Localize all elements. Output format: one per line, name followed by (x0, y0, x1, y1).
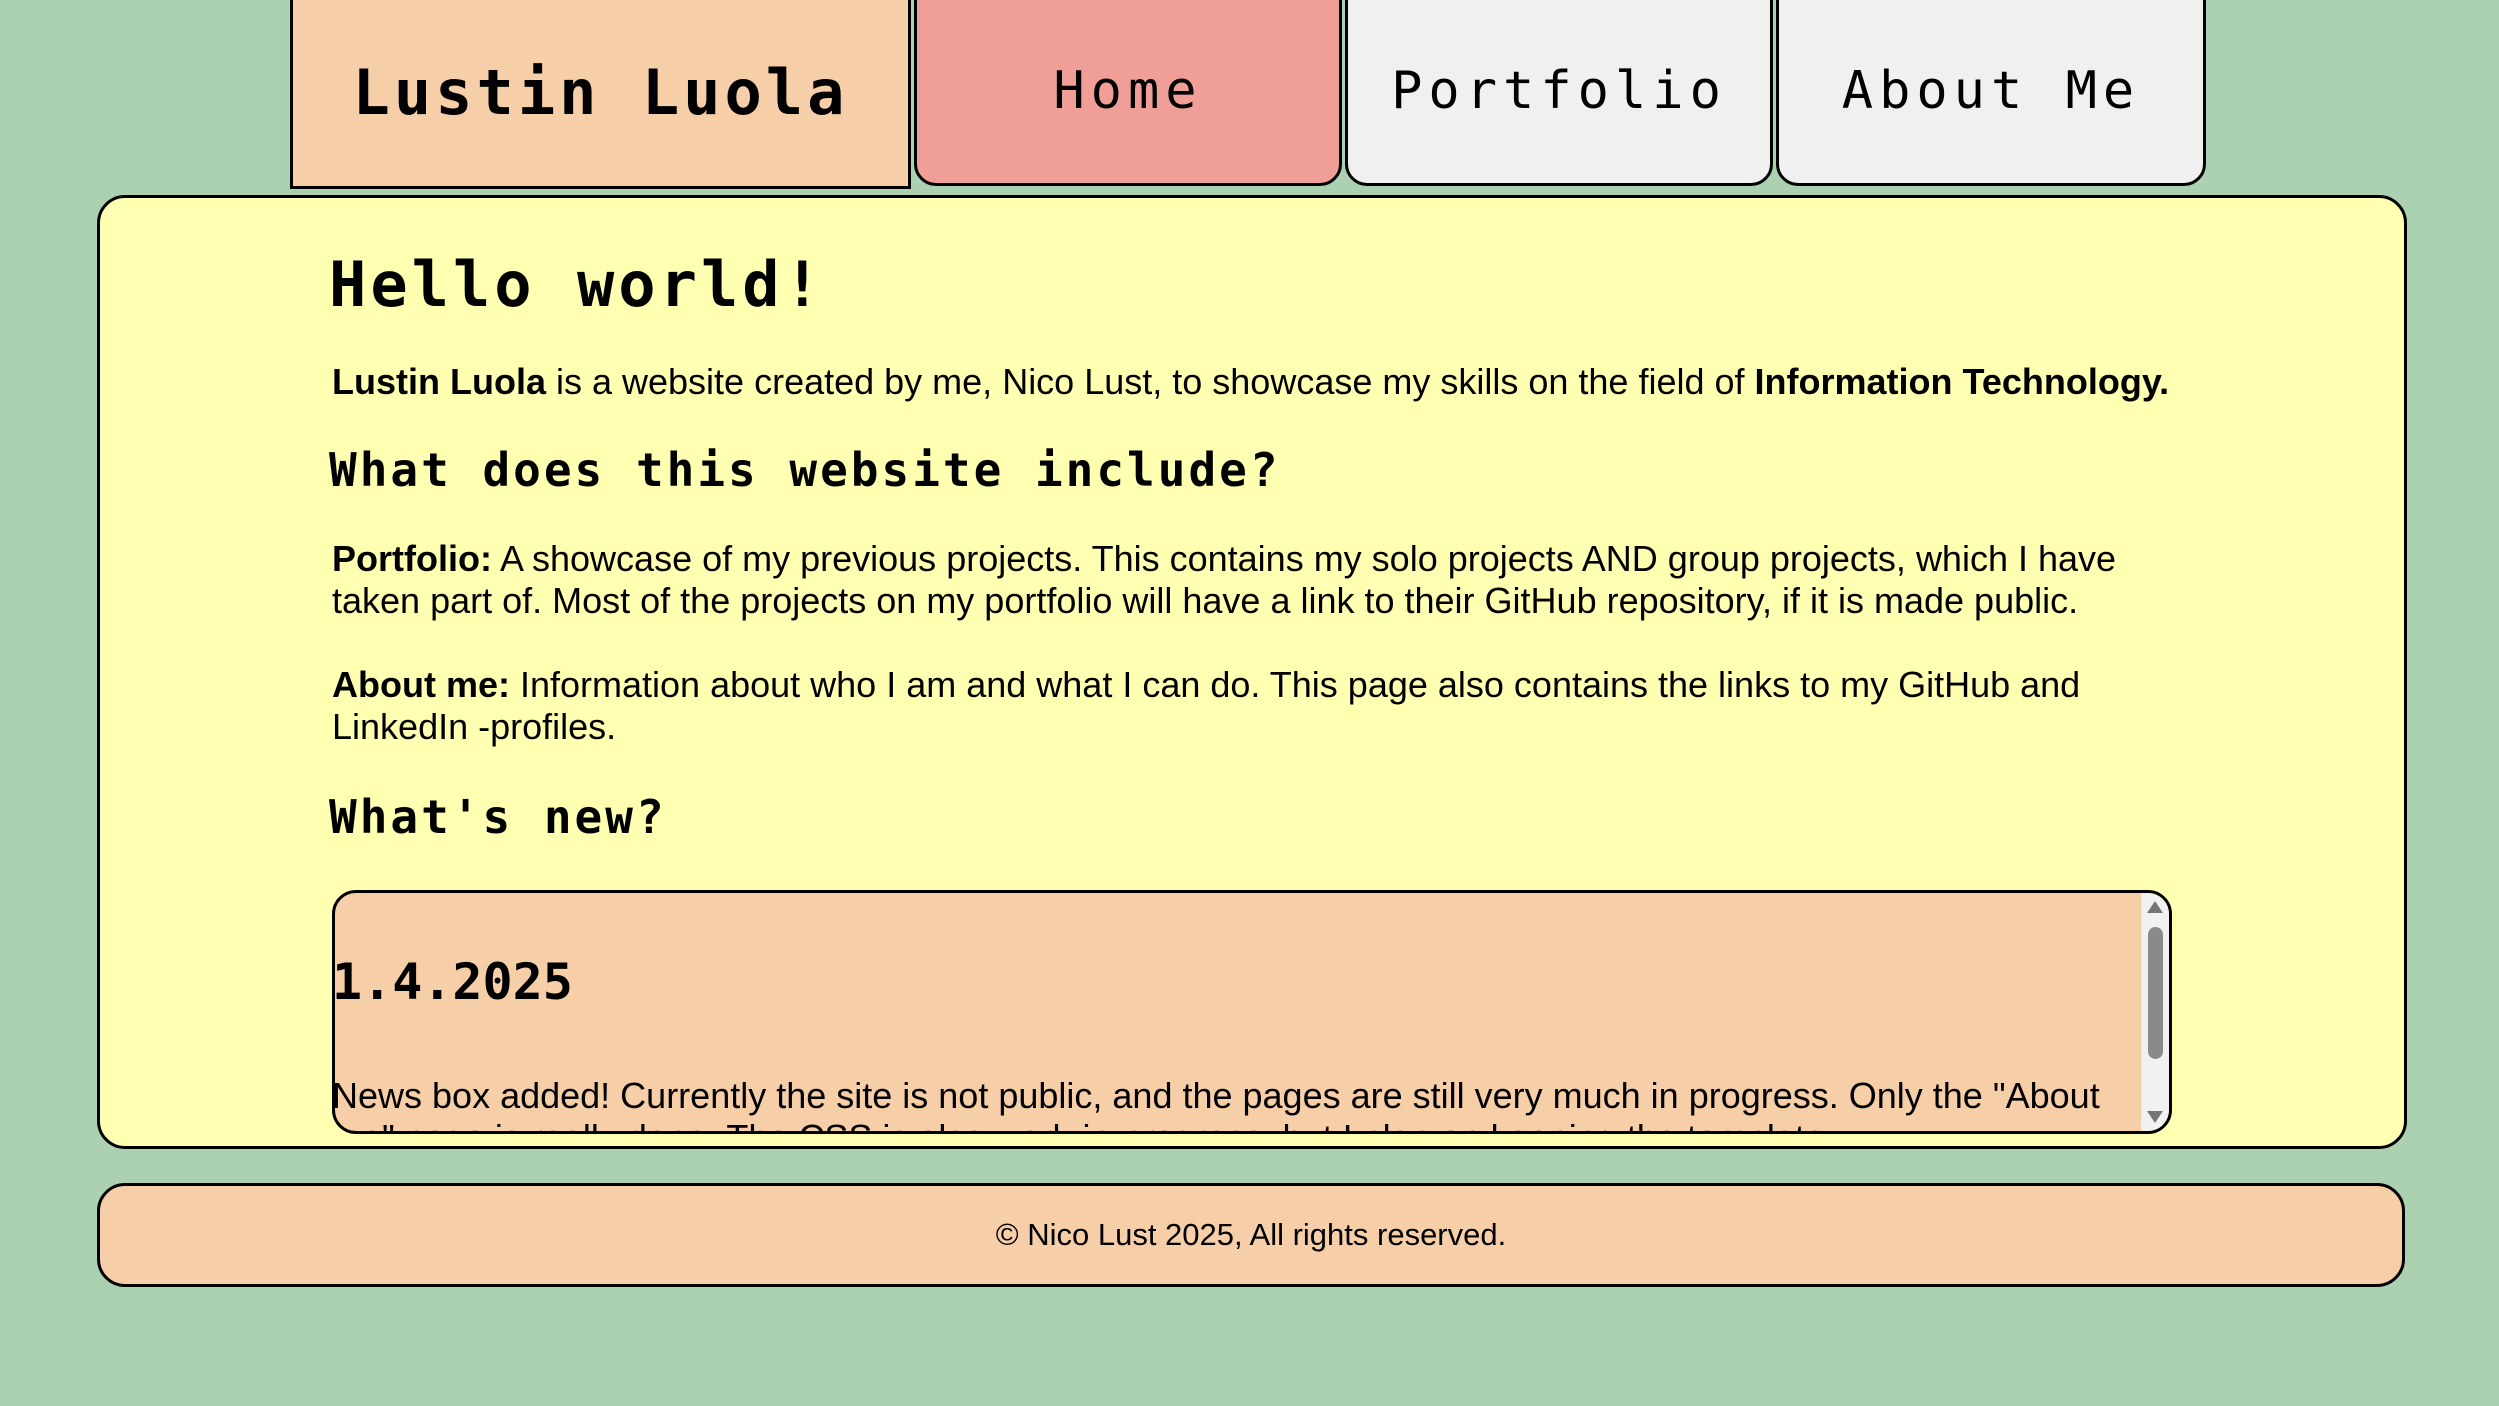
include-heading: What does this website include? (329, 443, 1281, 497)
scroll-down-arrow-icon[interactable] (2147, 1111, 2163, 1123)
intro-field-name: Information Technology. (1754, 361, 2170, 402)
scroll-up-arrow-icon[interactable] (2147, 901, 2163, 913)
top-navigation: Lustin Luola Home Portfolio About Me (0, 0, 2499, 190)
tab-home[interactable]: Home (914, 0, 1342, 186)
news-heading: What's new? (329, 790, 667, 844)
intro-brand-name: Lustin Luola (332, 361, 546, 402)
scrollbar-thumb[interactable] (2148, 927, 2163, 1059)
page-title: Hello world! (329, 248, 825, 321)
news-scrollbar[interactable] (2141, 893, 2169, 1131)
tab-about-me[interactable]: About Me (1776, 0, 2206, 186)
about-description: About me: Information about who I am and… (332, 664, 2182, 748)
about-text: Information about who I am and what I ca… (332, 664, 2081, 747)
site-brand[interactable]: Lustin Luola (290, 0, 911, 189)
news-text: News box added! Currently the site is no… (332, 1075, 2100, 1131)
copyright-text: © Nico Lust 2025, All rights reserved. (995, 1217, 1507, 1252)
about-label: About me: (332, 664, 510, 705)
intro-paragraph: Lustin Luola is a website created by me,… (332, 361, 2182, 403)
news-box[interactable]: 1.4.2025 News box added! Currently the s… (332, 890, 2172, 1134)
portfolio-label: Portfolio: (332, 538, 492, 579)
portfolio-description: Portfolio: A showcase of my previous pro… (332, 538, 2182, 622)
news-date: 1.4.2025 (332, 953, 573, 1011)
tab-portfolio[interactable]: Portfolio (1345, 0, 1773, 186)
portfolio-text: A showcase of my previous projects. This… (332, 538, 2117, 621)
intro-text: is a website created by me, Nico Lust, t… (545, 361, 1755, 402)
main-content-panel: Hello world! Lustin Luola is a website c… (97, 195, 2407, 1149)
footer: © Nico Lust 2025, All rights reserved. (97, 1183, 2405, 1287)
